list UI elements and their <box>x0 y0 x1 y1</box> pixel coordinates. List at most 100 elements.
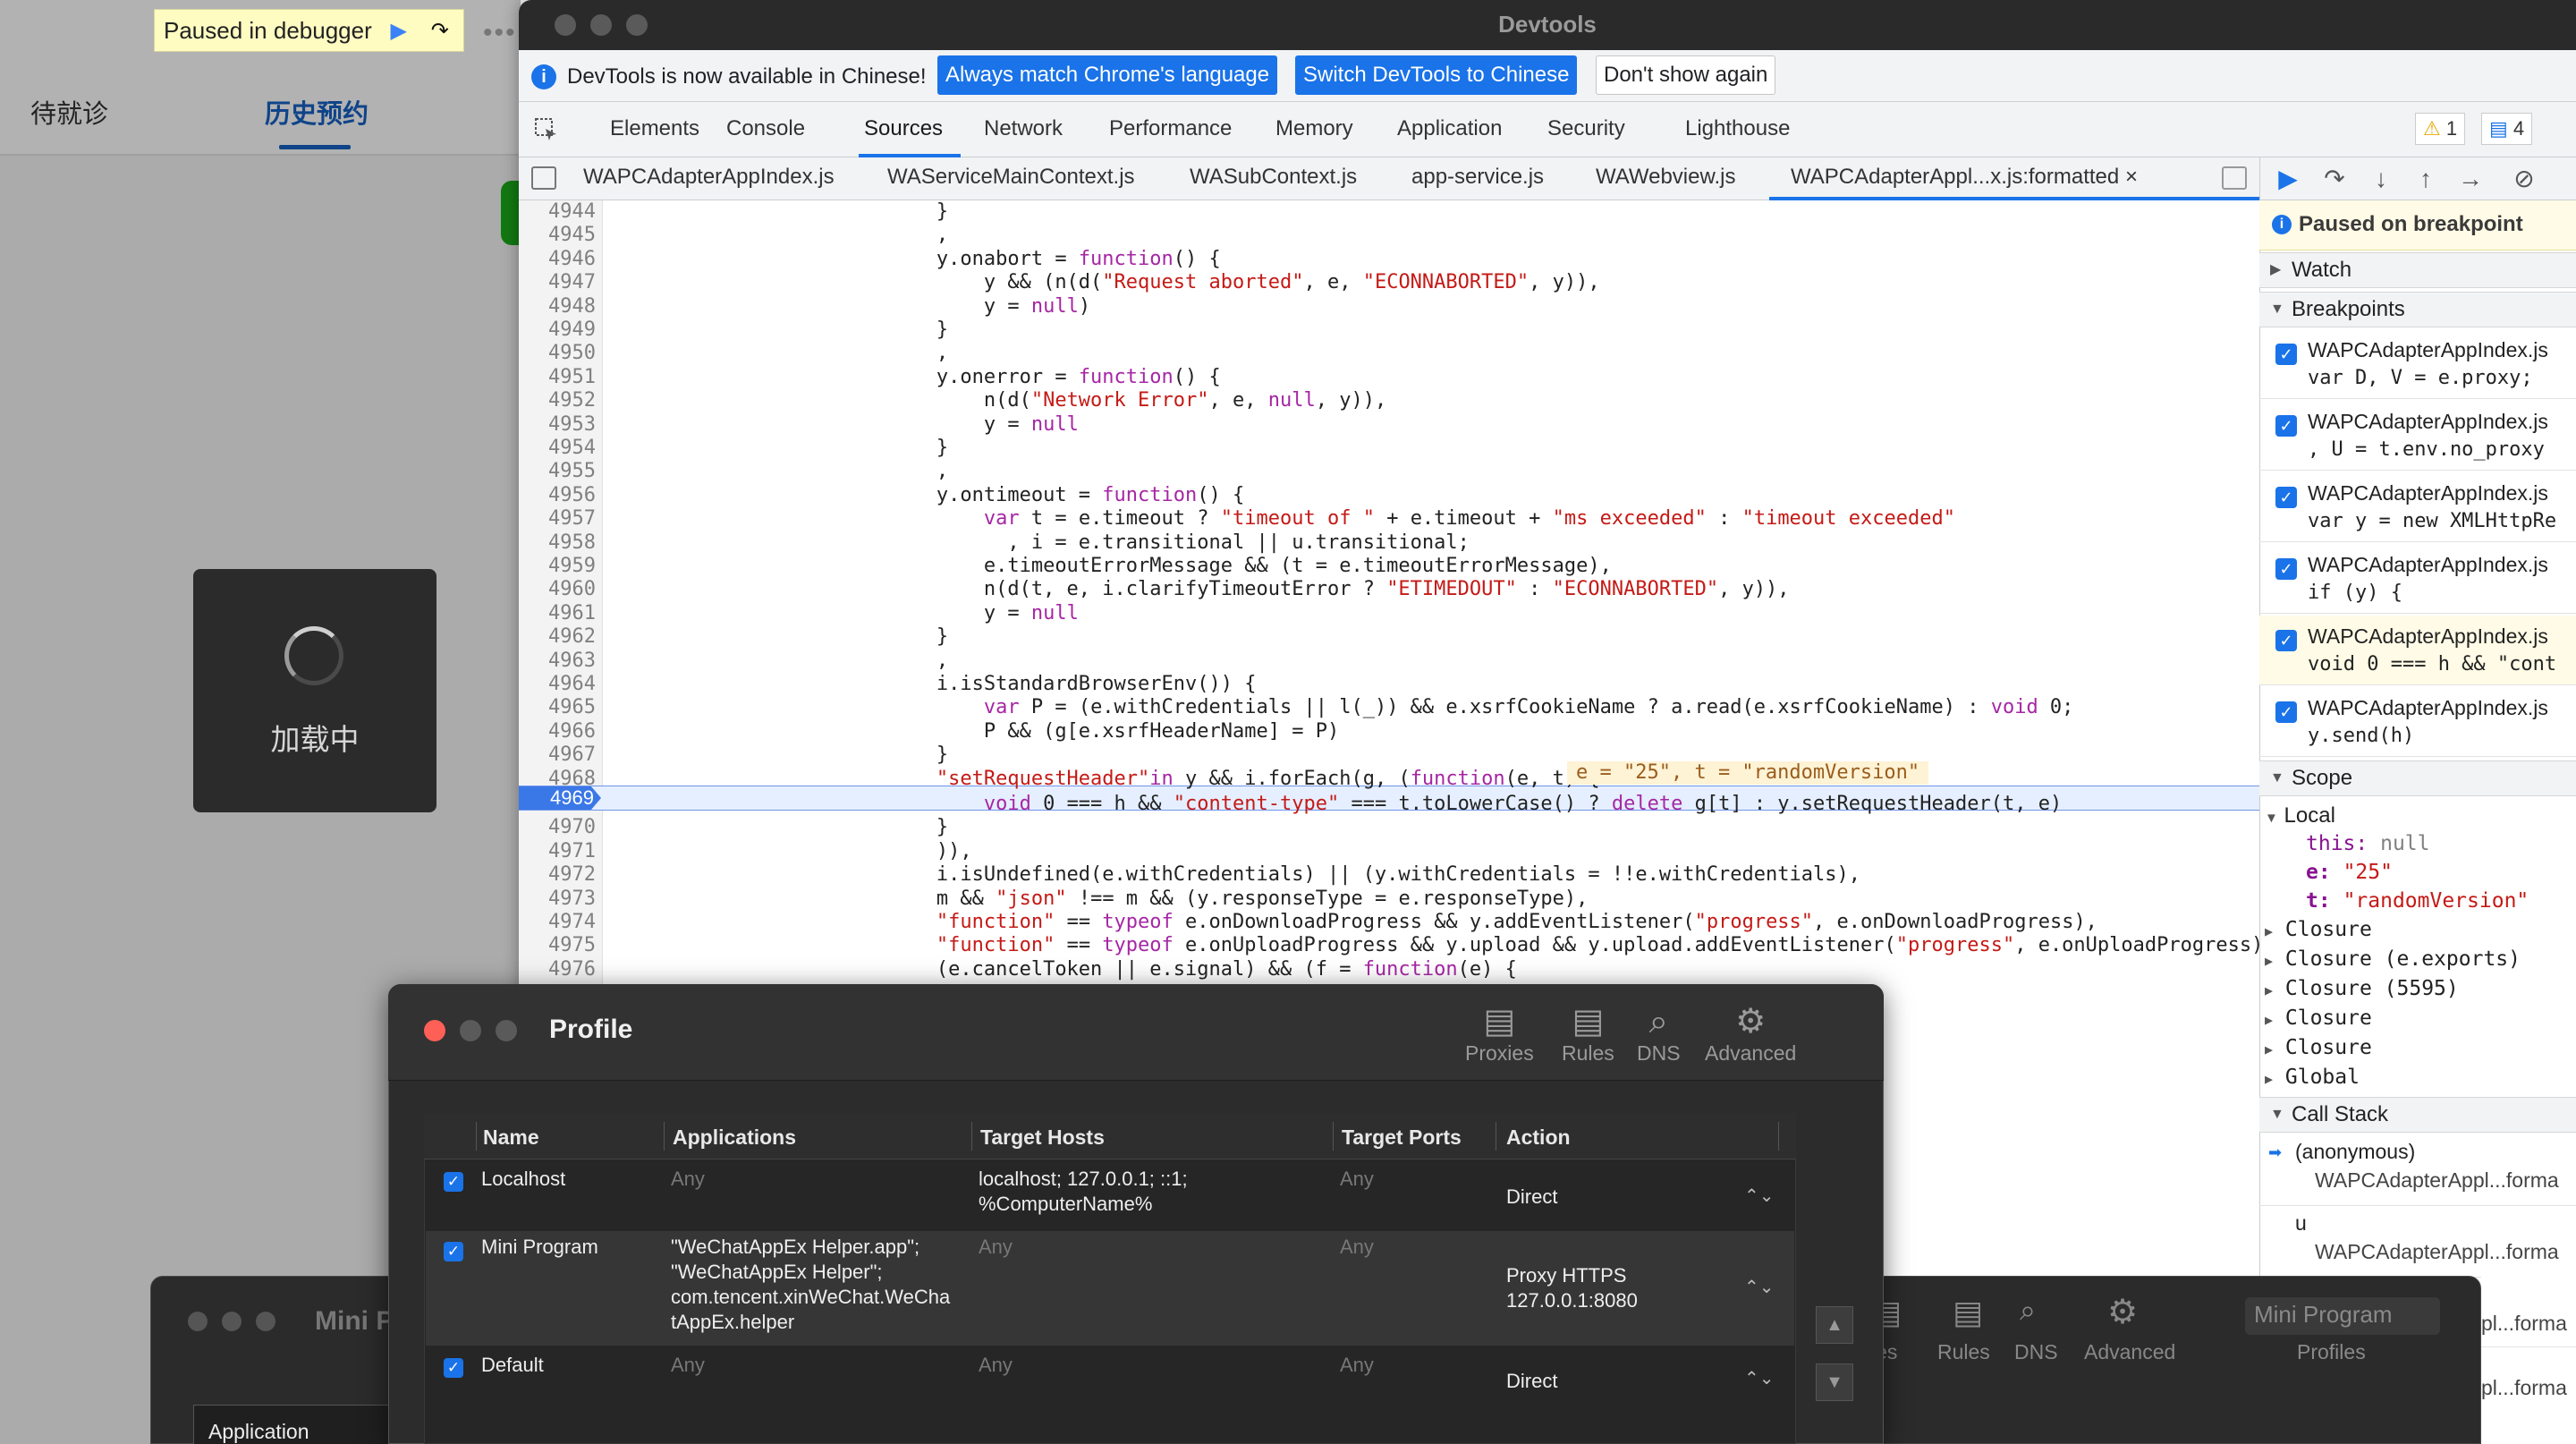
breakpoint-item-active[interactable]: ✓ WAPCAdapterAppIndex.js void 0 === h && "… <box>2259 616 2576 685</box>
chevron-updown-icon[interactable]: ⌃⌄ <box>1744 1185 1775 1207</box>
table-row[interactable]: ✓ Mini Program "WeChatAppEx Helper.app";… <box>426 1231 1794 1346</box>
more-icon[interactable]: ••• <box>483 18 517 48</box>
scope-section[interactable]: ▼ Scope <box>2259 760 2576 796</box>
breakpoint-marker[interactable]: 4969 <box>519 786 601 810</box>
move-up-button[interactable]: ▲ <box>1816 1306 1853 1344</box>
callstack-frame[interactable]: ➡ (anonymous) WAPCAdapterAppl...forma <box>2259 1134 2576 1206</box>
line-number[interactable]: 4963 <box>519 650 596 672</box>
line-number[interactable]: 4953 <box>519 413 596 436</box>
warnings-badge[interactable]: ⚠ 1 <box>2415 113 2466 145</box>
checkbox[interactable]: ✓ <box>2275 487 2297 508</box>
breakpoint-item[interactable]: ✓ WAPCAdapterAppIndex.js var y = new XMLHt… <box>2259 472 2576 542</box>
line-number[interactable]: 4952 <box>519 389 596 412</box>
zoom-window-button[interactable] <box>496 1020 517 1041</box>
dont-show-again-button[interactable]: Don't show again <box>1596 55 1776 95</box>
line-number[interactable]: 4974 <box>519 911 596 933</box>
line-number[interactable]: 4965 <box>519 696 596 718</box>
closure-item[interactable]: ▶ Closure (e.exports) <box>2265 947 2521 971</box>
column-header-applications[interactable]: Applications <box>673 1125 796 1150</box>
line-number[interactable]: 4972 <box>519 863 596 886</box>
breakpoints-section[interactable]: ▼ Breakpoints <box>2259 292 2576 327</box>
line-number[interactable]: 4954 <box>519 437 596 459</box>
chevron-updown-icon[interactable]: ⌃⌄ <box>1744 1367 1775 1389</box>
line-number[interactable]: 4955 <box>519 460 596 482</box>
rules-button[interactable]: ▤ Rules <box>1562 1002 1614 1066</box>
line-number[interactable]: 4945 <box>519 224 596 246</box>
minimize-window-button[interactable] <box>222 1312 242 1331</box>
file-tab[interactable]: app-service.js <box>1411 165 1544 190</box>
line-number[interactable]: 4947 <box>519 271 596 293</box>
match-language-button[interactable]: Always match Chrome's language <box>937 55 1278 95</box>
line-number[interactable]: 4968 <box>519 768 596 790</box>
column-header-action[interactable]: Action <box>1506 1125 1571 1150</box>
close-window-button[interactable] <box>424 1020 445 1041</box>
row-action-select[interactable]: Direct <box>1506 1369 1557 1394</box>
line-number[interactable]: 4973 <box>519 888 596 910</box>
line-number[interactable]: 4971 <box>519 840 596 862</box>
checkbox[interactable]: ✓ <box>2275 344 2297 365</box>
line-number[interactable]: 4960 <box>519 578 596 600</box>
toggle-navigator-icon[interactable] <box>531 166 556 190</box>
column-header-name[interactable]: Name <box>483 1125 539 1150</box>
line-number[interactable]: 4949 <box>519 319 596 341</box>
line-number[interactable]: 4957 <box>519 507 596 530</box>
table-row[interactable]: ✓ Localhost Any localhost; 127.0.0.1; ::… <box>426 1161 1794 1229</box>
line-number[interactable]: 4946 <box>519 248 596 270</box>
breakpoint-item[interactable]: ✓ WAPCAdapterAppIndex.js if (y) { <box>2259 544 2576 614</box>
breakpoint-item[interactable]: ✓ WAPCAdapterAppIndex.js y.send(h) <box>2259 687 2576 757</box>
breakpoint-item[interactable]: ✓ WAPCAdapterAppIndex.js var D, V = e.prox… <box>2259 329 2576 399</box>
advanced-button[interactable]: ⚙ Advanced <box>1705 1002 1796 1066</box>
line-number[interactable]: 4959 <box>519 555 596 577</box>
line-number[interactable]: 4958 <box>519 531 596 554</box>
global-scope[interactable]: ▶ Global <box>2265 1066 2360 1089</box>
local-scope[interactable]: ▼ Local <box>2265 803 2335 828</box>
zoom-window-button[interactable] <box>256 1312 275 1331</box>
tab-performance[interactable]: Performance <box>1109 116 1232 141</box>
column-header-target-hosts[interactable]: Target Hosts <box>980 1125 1105 1150</box>
line-number[interactable]: 4964 <box>519 673 596 695</box>
line-number[interactable]: 4956 <box>519 484 596 506</box>
step-icon[interactable]: → <box>2453 161 2488 197</box>
checkbox[interactable]: ✓ <box>2275 701 2297 723</box>
switch-to-chinese-button[interactable]: Switch DevTools to Chinese <box>1295 55 1578 95</box>
row-enabled-checkbox[interactable]: ✓ <box>444 1358 463 1378</box>
breakpoint-item[interactable]: ✓ WAPCAdapterAppIndex.js , U = t.env.no_pr… <box>2259 401 2576 471</box>
file-tab-active[interactable]: WAPCAdapterAppl...x.js:formatted × <box>1791 165 2138 190</box>
tab-memory[interactable]: Memory <box>1275 116 1353 141</box>
line-number[interactable]: 4951 <box>519 366 596 388</box>
step-over-icon[interactable]: ↷ <box>426 16 454 45</box>
tab-security[interactable]: Security <box>1547 116 1625 141</box>
toggle-debugger-icon[interactable] <box>2222 166 2247 190</box>
deactivate-breakpoints-icon[interactable]: ⊘ <box>2506 161 2542 197</box>
table-row[interactable]: ✓ Default Any Any Any Direct ⌃⌄ <box>426 1347 1794 1405</box>
column-header-target-ports[interactable]: Target Ports <box>1342 1125 1462 1150</box>
line-number[interactable]: 4970 <box>519 816 596 838</box>
row-enabled-checkbox[interactable]: ✓ <box>444 1242 463 1261</box>
line-number[interactable]: 4950 <box>519 342 596 364</box>
back-toolbar-label[interactable]: DNS <box>2014 1340 2058 1364</box>
file-tab[interactable]: WAServiceMainContext.js <box>887 165 1135 190</box>
checkbox[interactable]: ✓ <box>2275 558 2297 580</box>
step-into-icon[interactable]: ↓ <box>2363 161 2399 197</box>
closure-item[interactable]: ▶ Closure <box>2265 1036 2372 1059</box>
closure-item[interactable]: ▶ Closure <box>2265 1007 2372 1030</box>
advanced-gear-icon[interactable]: ⚙ <box>2107 1292 2138 1332</box>
back-toolbar-label[interactable]: Rules <box>1937 1340 1990 1364</box>
code-editor[interactable]: 4944 } 4945 , 4946 y.onabort = function() … <box>519 200 2259 984</box>
callstack-frame[interactable]: pl...forma <box>2481 1376 2576 1412</box>
tab-console[interactable]: Console <box>726 116 805 141</box>
tab-network[interactable]: Network <box>984 116 1063 141</box>
line-number[interactable]: 4967 <box>519 743 596 766</box>
file-tab[interactable]: WAWebview.js <box>1596 165 1735 190</box>
chevron-updown-icon[interactable]: ⌃⌄ <box>1744 1276 1775 1298</box>
file-tab[interactable]: WAPCAdapterAppIndex.js <box>583 165 835 190</box>
minimize-window-button[interactable] <box>460 1020 481 1041</box>
row-action-select[interactable]: Direct <box>1506 1185 1557 1210</box>
tab-elements[interactable]: Elements <box>610 116 699 141</box>
messages-badge[interactable]: ▤ 4 <box>2481 113 2533 145</box>
callstack-frame[interactable]: u WAPCAdapterAppl...forma <box>2259 1206 2576 1278</box>
line-number[interactable]: 4944 <box>519 200 596 223</box>
line-number[interactable]: 4966 <box>519 720 596 743</box>
tab-lighthouse[interactable]: Lighthouse <box>1685 116 1790 141</box>
checkbox[interactable]: ✓ <box>2275 415 2297 437</box>
